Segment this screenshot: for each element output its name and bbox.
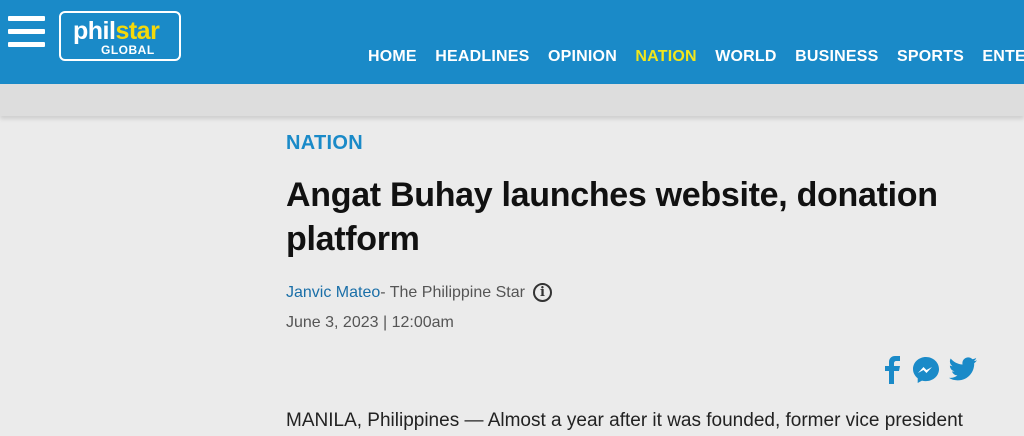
source-text: - The Philippine Star bbox=[380, 283, 525, 301]
nav-sports[interactable]: SPORTS bbox=[897, 48, 964, 66]
byline: Janvic Mateo - The Philippine Star bbox=[286, 283, 1006, 302]
logo-wordmark: philstar bbox=[73, 17, 160, 45]
article-title: Angat Buhay launches website, donation p… bbox=[286, 176, 938, 258]
article-header: NATION Angat Buhay launches website, don… bbox=[286, 132, 1006, 332]
site-header: philstar GLOBAL HOME HEADLINES OPINION N… bbox=[0, 0, 1024, 84]
share-buttons bbox=[882, 356, 978, 384]
nav-headlines[interactable]: HEADLINES bbox=[435, 48, 529, 66]
article-lede: MANILA, Philippines — Almost a year afte… bbox=[286, 410, 963, 431]
site-logo[interactable]: philstar GLOBAL bbox=[59, 11, 181, 61]
logo-subtitle: GLOBAL bbox=[101, 43, 155, 57]
menu-icon[interactable] bbox=[8, 16, 45, 48]
main-nav: HOME HEADLINES OPINION NATION WORLD BUSI… bbox=[368, 48, 1024, 66]
twitter-icon[interactable] bbox=[948, 357, 978, 383]
nav-world[interactable]: WORLD bbox=[715, 48, 776, 66]
sub-navigation-bar bbox=[0, 84, 1024, 116]
facebook-icon[interactable] bbox=[882, 356, 904, 384]
section-label[interactable]: NATION bbox=[286, 132, 1006, 155]
publish-date: June 3, 2023 | 12:00am bbox=[286, 314, 454, 331]
nav-opinion[interactable]: OPINION bbox=[548, 48, 617, 66]
messenger-icon[interactable] bbox=[912, 356, 940, 384]
author-link[interactable]: Janvic Mateo bbox=[286, 284, 380, 302]
nav-nation[interactable]: NATION bbox=[635, 48, 696, 66]
info-icon[interactable] bbox=[532, 283, 552, 302]
nav-entertainment[interactable]: ENTERTAINMENT bbox=[982, 48, 1024, 66]
nav-business[interactable]: BUSINESS bbox=[795, 48, 878, 66]
nav-home[interactable]: HOME bbox=[368, 48, 417, 66]
